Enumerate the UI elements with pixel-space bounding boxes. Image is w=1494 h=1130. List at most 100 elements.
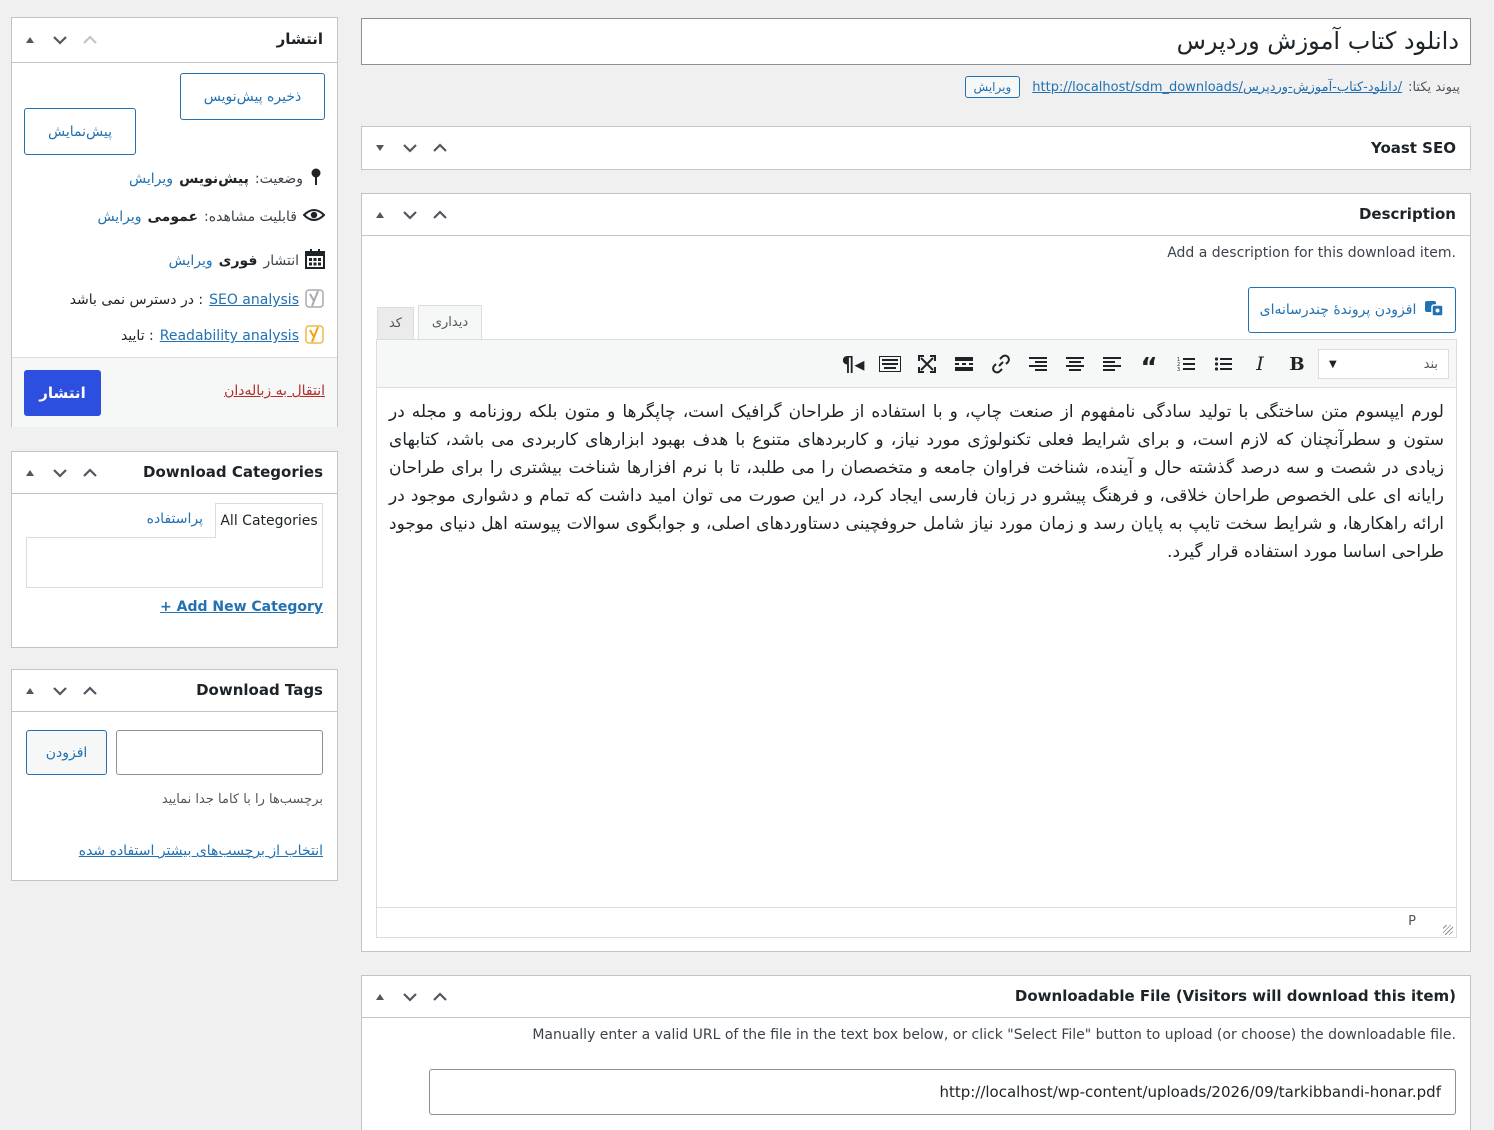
- move-to-trash-link[interactable]: انتقال به زباله‌دان: [224, 383, 325, 399]
- caret-up-icon[interactable]: [370, 986, 390, 1008]
- chevron-up-icon[interactable]: [430, 986, 450, 1008]
- publish-title: انتشار: [276, 30, 323, 48]
- choose-tags-link[interactable]: انتخاب از برچسب‌های بیشتر استفاده شده: [79, 843, 323, 859]
- tab-popular-categories[interactable]: پراستفاده: [147, 511, 203, 527]
- chevron-up-icon[interactable]: [430, 204, 450, 226]
- caret-up-icon[interactable]: [20, 29, 40, 51]
- caret-down-icon[interactable]: [370, 137, 390, 159]
- add-tag-label: افزودن: [45, 744, 88, 761]
- description-help: Add a description for this download item…: [1167, 245, 1456, 261]
- eye-icon: [302, 208, 326, 226]
- italic-icon[interactable]: I: [1245, 349, 1275, 379]
- permalink-edit-button[interactable]: ویرایش: [964, 76, 1021, 98]
- save-draft-label: ذخیره پیش‌نویس: [203, 88, 302, 105]
- tag-input[interactable]: [116, 730, 323, 775]
- permalink-label: پیوند یکتا:: [1408, 79, 1460, 95]
- readability-row: Readability analysis : تایید: [121, 324, 325, 348]
- publish-actions: انتقال به زباله‌دان انتشار: [12, 357, 337, 427]
- bullet-list-icon[interactable]: [1208, 349, 1238, 379]
- chevron-up-icon[interactable]: [430, 137, 450, 159]
- align-center-icon[interactable]: [1060, 349, 1090, 379]
- caret-down-icon: ▼: [1329, 358, 1337, 370]
- add-media-button[interactable]: افزودن پروندهٔ چندرسانه‌ای: [1248, 287, 1456, 333]
- publish-time-row: انتشار فوری ویرایش: [169, 249, 325, 273]
- chevron-down-icon[interactable]: [400, 204, 420, 226]
- tab-visual[interactable]: دیداری: [418, 305, 482, 339]
- yoast-seo-box: Yoast SEO: [361, 126, 1471, 170]
- tab-code[interactable]: کد: [377, 307, 414, 339]
- resize-handle-icon[interactable]: [1443, 925, 1453, 935]
- chevron-up-icon[interactable]: [80, 29, 100, 51]
- status-edit-link[interactable]: ویرایش: [129, 171, 173, 187]
- yoast-seo-icon: [305, 288, 325, 312]
- pin-icon: [309, 168, 323, 190]
- status-value: پیش‌نویس: [179, 171, 249, 187]
- paragraph-rtl-icon[interactable]: ¶◂: [838, 349, 868, 379]
- editor: بند ▼ B I 123 “ ¶◂ لورم ایپسوم متن ساختگ…: [376, 339, 1457, 938]
- chevron-up-icon[interactable]: [80, 680, 100, 702]
- chevron-down-icon[interactable]: [400, 986, 420, 1008]
- downloadable-help: Manually enter a valid URL of the file i…: [532, 1027, 1456, 1043]
- preview-button[interactable]: پیش‌نمایش: [24, 108, 136, 155]
- calendar-icon: [305, 249, 325, 273]
- file-url-input[interactable]: http://localhost/wp-content/uploads/2026…: [429, 1069, 1456, 1115]
- add-tag-button[interactable]: افزودن: [26, 730, 107, 775]
- format-select[interactable]: بند ▼: [1318, 349, 1449, 379]
- chevron-down-icon[interactable]: [50, 680, 70, 702]
- align-right-icon[interactable]: [1023, 349, 1053, 379]
- visibility-value: عمومی: [147, 209, 199, 225]
- link-icon[interactable]: [986, 349, 1016, 379]
- publish-time-value: فوری: [218, 253, 258, 269]
- downloadable-title: Downloadable File (Visitors will downloa…: [1014, 987, 1456, 1005]
- permalink-row: پیوند یکتا: http://localhost/sdm_downloa…: [964, 73, 1460, 101]
- blockquote-icon[interactable]: “: [1134, 349, 1164, 381]
- tab-all-categories[interactable]: All Categories: [215, 503, 323, 538]
- path-indicator: P: [1408, 914, 1416, 929]
- seo-analysis-link[interactable]: SEO analysis: [209, 292, 299, 308]
- title-text: دانلود کتاب آموزش وردپرس: [1176, 27, 1459, 55]
- categories-list: [26, 537, 323, 588]
- add-new-category-link[interactable]: + Add New Category: [160, 599, 323, 615]
- publish-time-edit-link[interactable]: ویرایش: [169, 253, 213, 269]
- chevron-down-icon[interactable]: [50, 462, 70, 484]
- yoast-readability-icon: [305, 324, 325, 348]
- yoast-seo-title: Yoast SEO: [1370, 139, 1456, 157]
- save-draft-button[interactable]: ذخیره پیش‌نویس: [180, 73, 325, 120]
- align-left-icon[interactable]: [1097, 349, 1127, 379]
- preview-label: پیش‌نمایش: [48, 123, 112, 140]
- caret-up-icon[interactable]: [20, 680, 40, 702]
- fullscreen-icon[interactable]: [912, 349, 942, 379]
- format-select-value: بند: [1423, 356, 1438, 372]
- readability-link[interactable]: Readability analysis: [160, 328, 299, 344]
- chevron-down-icon[interactable]: [50, 29, 70, 51]
- tags-box: Download Tags افزودن برچسب‌ها را با کاما…: [11, 669, 338, 881]
- bold-icon[interactable]: B: [1282, 349, 1312, 379]
- description-box: Description Add a description for this d…: [361, 193, 1471, 952]
- chevron-down-icon[interactable]: [400, 137, 420, 159]
- downloadable-file-box: Downloadable File (Visitors will downloa…: [361, 975, 1471, 1130]
- editor-content[interactable]: لورم ایپسوم متن ساختگی با تولید سادگی نا…: [389, 398, 1444, 566]
- title-field[interactable]: دانلود کتاب آموزش وردپرس: [361, 18, 1471, 65]
- publish-button-label: انتشار: [39, 384, 86, 402]
- publish-button[interactable]: انتشار: [24, 370, 101, 416]
- caret-up-icon[interactable]: [370, 204, 390, 226]
- publish-time-label: انتشار: [263, 253, 299, 269]
- permalink-url[interactable]: http://localhost/sdm_downloads/دانلود-کت…: [1032, 80, 1402, 95]
- tab-all-label: All Categories: [220, 513, 318, 529]
- media-icon: [1424, 298, 1445, 322]
- chevron-up-icon[interactable]: [80, 462, 100, 484]
- categories-box: Download Categories All Categories پراست…: [11, 451, 338, 648]
- svg-text:3: 3: [1177, 367, 1180, 372]
- editor-toolbar: بند ▼ B I 123 “ ¶◂: [377, 340, 1456, 388]
- status-label: وضعیت:: [254, 171, 303, 187]
- visibility-edit-link[interactable]: ویرایش: [97, 209, 141, 225]
- tab-visual-label: دیداری: [431, 315, 469, 330]
- read-more-icon[interactable]: [949, 349, 979, 379]
- keyboard-icon[interactable]: [875, 349, 905, 379]
- numbered-list-icon[interactable]: 123: [1171, 349, 1201, 379]
- tags-hint: برچسب‌ها را با کاما جدا نمایید: [161, 792, 323, 807]
- readability-value: : تایید: [120, 328, 154, 344]
- seo-analysis-value: : در دسترس نمی باشد: [69, 292, 204, 308]
- tags-title: Download Tags: [196, 681, 323, 699]
- caret-up-icon[interactable]: [20, 462, 40, 484]
